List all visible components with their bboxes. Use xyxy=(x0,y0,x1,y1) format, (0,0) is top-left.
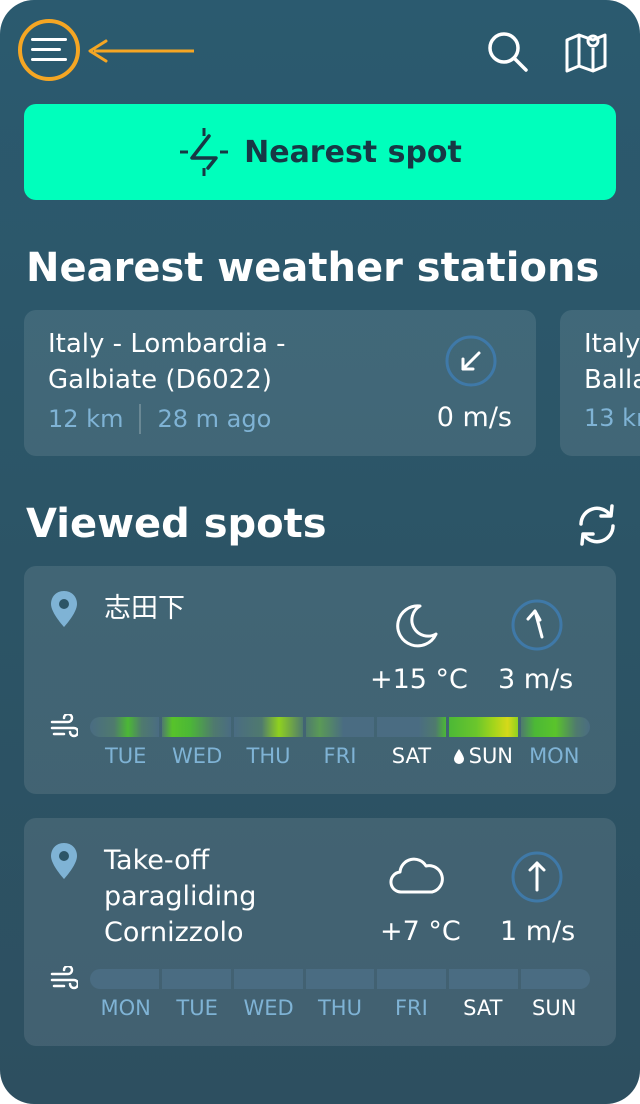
spot-card[interactable]: 志田下 +15 °C 3 m/s TUE WED THU FRI SAT SUN… xyxy=(24,566,616,794)
nearest-spot-button[interactable]: Nearest spot xyxy=(24,104,616,200)
location-pin-icon xyxy=(51,591,77,627)
spot-name-line: Take-off xyxy=(104,845,210,876)
moon-icon xyxy=(396,604,438,648)
day-label: WED xyxy=(243,996,294,1020)
station-distance: 12 km xyxy=(48,405,124,433)
day-label: MON xyxy=(100,996,151,1020)
menu-icon xyxy=(31,38,67,62)
day-label: TUE xyxy=(176,996,218,1020)
forecast-days: MON TUE WED THU FRI SAT SUN xyxy=(90,996,590,1020)
cloud-icon xyxy=(389,857,444,894)
wind-forecast-bar xyxy=(90,969,591,989)
day-label: SUN xyxy=(532,996,577,1020)
wind-direction-icon xyxy=(511,851,563,903)
nearest-spot-label: Nearest spot xyxy=(244,134,462,170)
wind-forecast-bar xyxy=(90,717,591,737)
day-label: TUE xyxy=(104,744,147,768)
refresh-icon[interactable] xyxy=(574,502,620,548)
wind-direction-icon xyxy=(445,335,497,387)
wind-icon xyxy=(50,714,78,738)
location-pin-icon xyxy=(51,843,77,879)
stations-title: Nearest weather stations xyxy=(26,245,600,291)
day-label: FRI xyxy=(323,744,357,768)
compass-crosshair-icon xyxy=(180,128,229,176)
day-label: SAT xyxy=(463,996,503,1020)
spot-name-line: paragliding xyxy=(104,881,257,912)
rain-drop-icon xyxy=(453,749,464,764)
station-meta: 12 km 28 m ago xyxy=(48,404,271,434)
day-label: FRI xyxy=(394,996,428,1020)
forecast-days: TUE WED THU FRI SAT SUN MON xyxy=(90,744,590,768)
spot-wind-speed: 1 m/s xyxy=(500,916,576,947)
day-label: SUN xyxy=(468,744,514,768)
station-name-line2: Balla xyxy=(584,365,640,395)
station-name-line1: Italy xyxy=(584,329,640,359)
meta-divider xyxy=(139,404,142,434)
station-updated: 28 m ago xyxy=(157,405,272,433)
map-icon[interactable] xyxy=(564,30,608,74)
search-icon[interactable] xyxy=(486,30,530,74)
spot-temperature: +15 °C xyxy=(370,664,468,695)
spot-card[interactable]: Take-off paragliding Cornizzolo +7 °C 1 … xyxy=(24,818,616,1046)
day-label: THU xyxy=(317,996,362,1020)
day-label: SAT xyxy=(391,744,432,768)
wind-icon xyxy=(50,966,78,990)
station-distance: 13 kr xyxy=(584,404,640,432)
station-name-line2: Galbiate (D6022) xyxy=(48,365,272,395)
spot-name: 志田下 xyxy=(104,593,185,624)
spot-name: Take-off paragliding Cornizzolo xyxy=(104,843,256,951)
day-label: WED xyxy=(172,744,223,768)
day-label-with-rain: SUN xyxy=(447,744,518,768)
wind-direction-icon xyxy=(511,599,563,651)
station-name-line1: Italy - Lombardia - xyxy=(48,329,286,359)
day-label: MON xyxy=(529,744,580,768)
station-card[interactable]: Italy Balla 13 kr xyxy=(560,310,640,456)
menu-button[interactable] xyxy=(18,19,80,81)
app-screen: Nearest spot Nearest weather stations It… xyxy=(0,0,640,1104)
spot-name-line: Cornizzolo xyxy=(104,917,244,948)
spot-wind-speed: 3 m/s xyxy=(498,664,574,695)
station-card[interactable]: Italy - Lombardia - Galbiate (D6022) 12 … xyxy=(24,310,536,456)
station-meta: 13 kr xyxy=(584,404,640,432)
station-wind-speed: 0 m/s xyxy=(436,402,512,433)
day-label: THU xyxy=(246,744,291,768)
viewed-spots-title: Viewed spots xyxy=(26,501,327,547)
annotation-arrow xyxy=(88,39,194,63)
spot-temperature: +7 °C xyxy=(380,916,461,947)
